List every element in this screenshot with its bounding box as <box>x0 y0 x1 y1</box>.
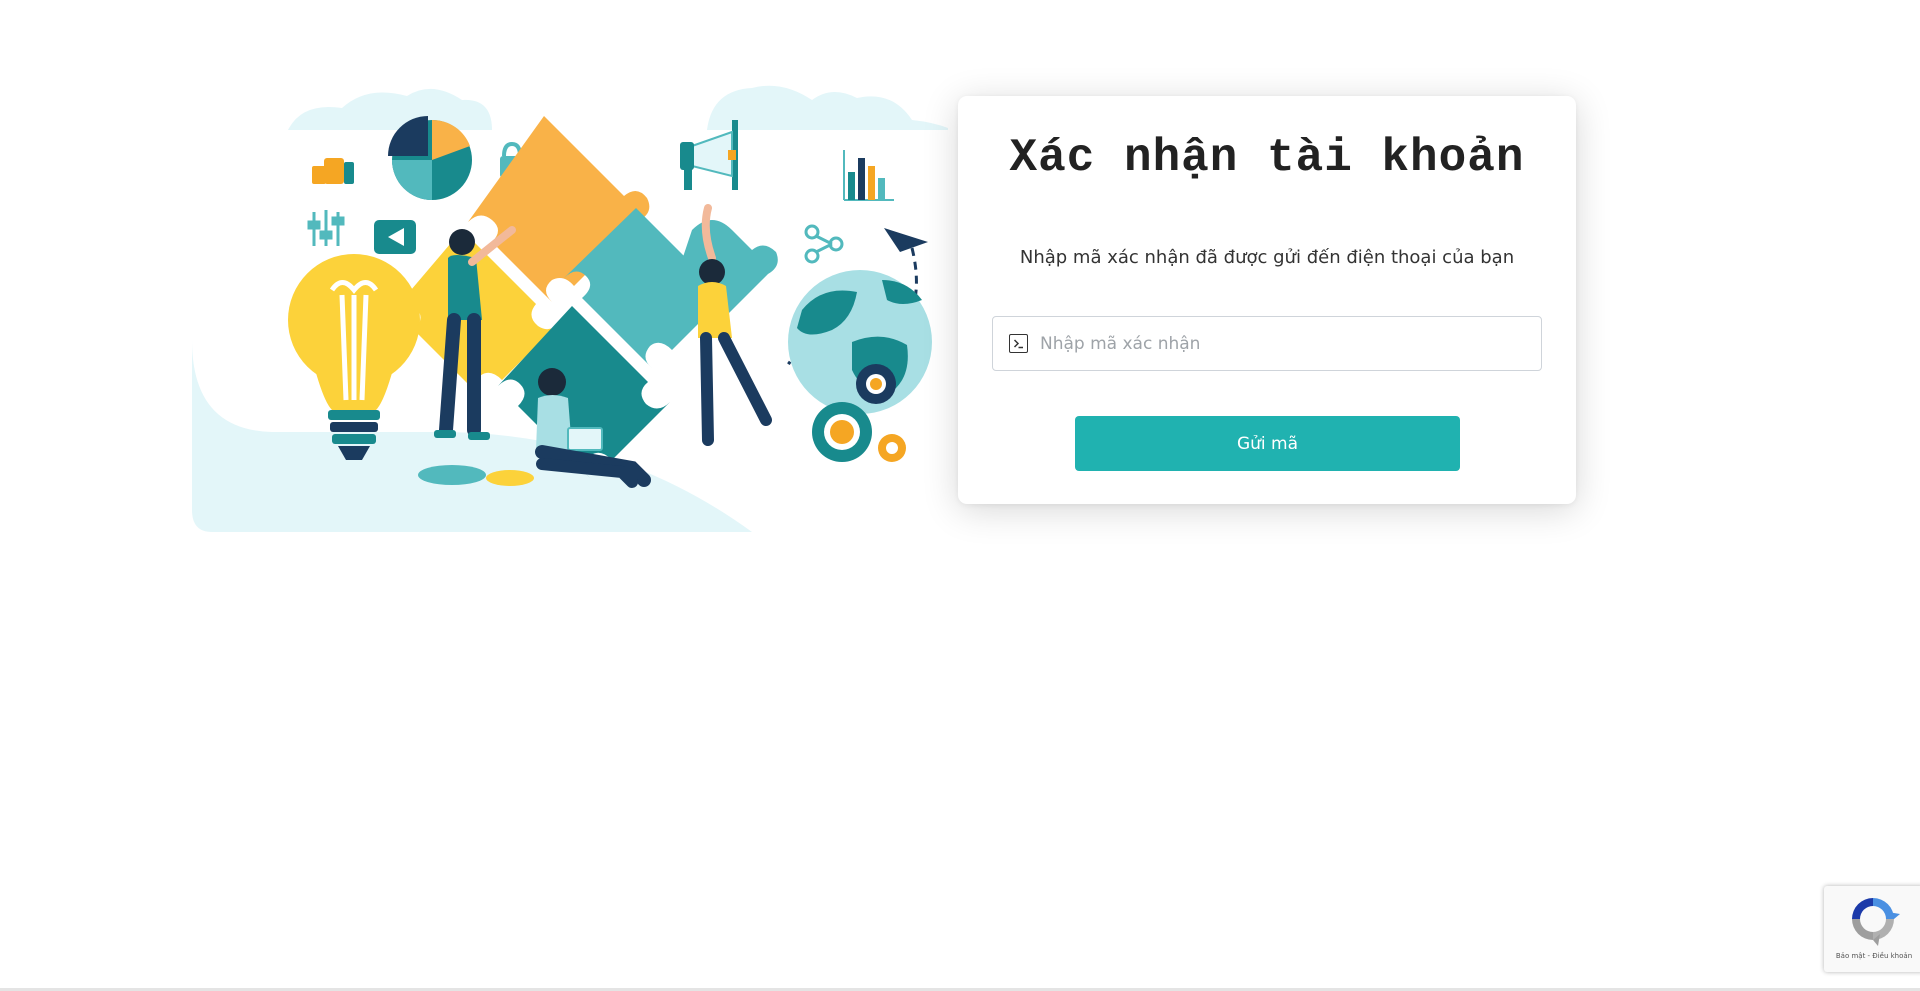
verification-code-field[interactable] <box>992 316 1542 371</box>
recaptcha-icon <box>1852 898 1900 946</box>
recaptcha-badge[interactable]: Bảo mật - Điều khoản <box>1824 886 1920 972</box>
card-description: Nhập mã xác nhận đã được gửi đến điện th… <box>1019 247 1515 268</box>
bar-chart-icon <box>843 150 894 201</box>
page: Xác nhận tài khoản Nhập mã xác nhận đã đ… <box>0 0 1920 991</box>
light-bulb-icon <box>288 254 420 460</box>
verification-card: Xác nhận tài khoản Nhập mã xác nhận đã đ… <box>958 96 1576 504</box>
play-icon <box>374 220 416 254</box>
verification-code-input[interactable] <box>1040 317 1541 370</box>
teamwork-illustration <box>192 80 948 532</box>
recaptcha-footer[interactable]: Bảo mật - Điều khoản <box>1824 952 1920 960</box>
share-icon <box>804 224 844 264</box>
thumbs-up-icon <box>312 158 354 184</box>
sliders-icon <box>307 210 345 246</box>
megaphone-icon <box>680 120 738 190</box>
terminal-icon <box>1009 334 1028 353</box>
page-title: Xác nhận tài khoản <box>1009 132 1525 184</box>
send-code-button[interactable]: Gửi mã <box>1075 416 1460 471</box>
